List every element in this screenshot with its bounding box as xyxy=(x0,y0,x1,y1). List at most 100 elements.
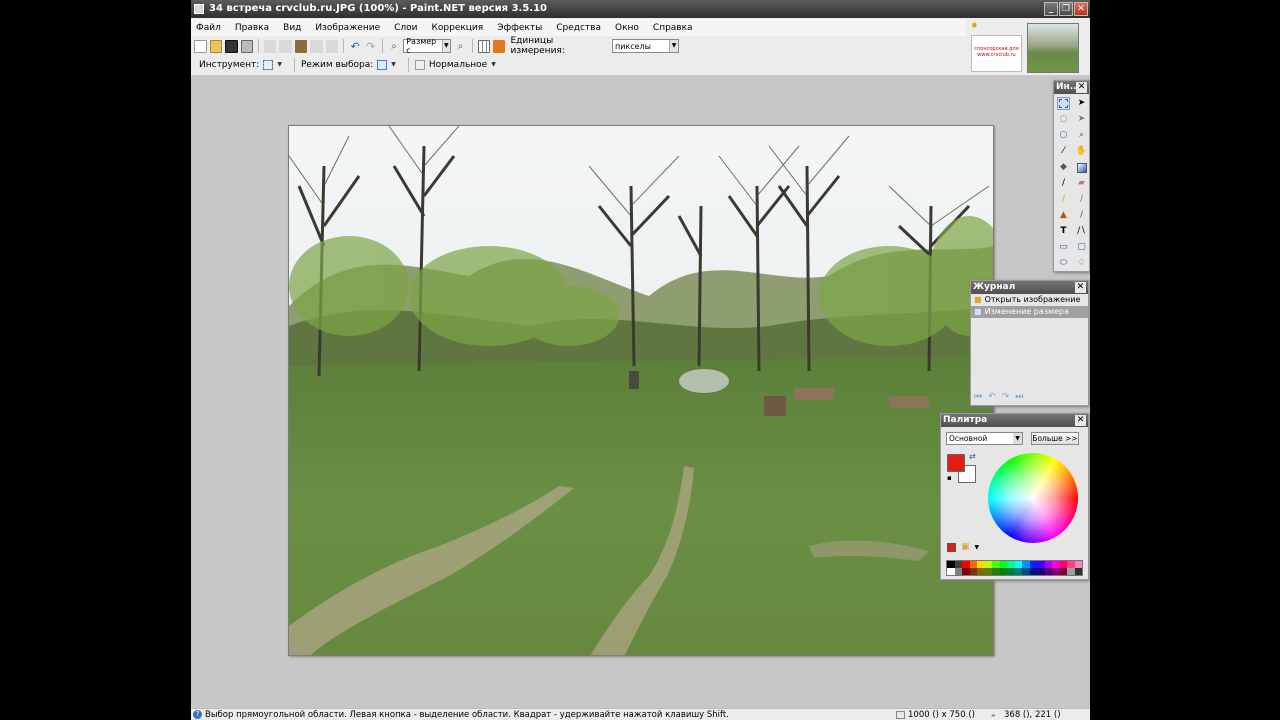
ellipse-select-tool-icon[interactable]: ○ xyxy=(1057,129,1070,142)
menu-help[interactable]: Справка xyxy=(653,23,693,33)
swap-colors-icon[interactable]: ⇄ xyxy=(969,452,976,461)
rectangle-tool-icon[interactable]: ▭ xyxy=(1057,241,1070,254)
gradient-tool-icon[interactable] xyxy=(1075,161,1088,174)
palette-swatch-strip[interactable] xyxy=(946,560,1083,576)
line-curve-tool-icon[interactable]: ∕∖ xyxy=(1075,225,1088,238)
menu-image[interactable]: Изображение xyxy=(315,23,380,33)
menu-layers[interactable]: Слои xyxy=(394,23,417,33)
palette-panel: Палитра ✕ Основной ▼ Больше >> ⇄ ▪ ▣ ▼ xyxy=(940,413,1089,580)
fast-forward-icon[interactable]: ⏭ xyxy=(1015,392,1023,402)
save-icon[interactable] xyxy=(225,39,238,53)
image-tab-2[interactable] xyxy=(1027,23,1079,73)
print-icon[interactable] xyxy=(240,39,253,53)
help-icon: ? xyxy=(193,710,202,719)
toolbar-separator xyxy=(258,39,259,53)
undo-icon[interactable]: ↶ xyxy=(988,392,996,402)
selection-mode-icon[interactable] xyxy=(377,59,388,70)
chevron-down-icon: ▼ xyxy=(669,40,679,52)
rectangle-select-icon[interactable] xyxy=(263,59,274,70)
image-canvas[interactable] xyxy=(288,125,994,656)
cursor-position-icon: ⌖ xyxy=(991,711,996,720)
tools-panel-close-button[interactable]: ✕ xyxy=(1076,82,1087,93)
clone-stamp-tool-icon[interactable]: ▲ xyxy=(1057,209,1070,222)
redo-icon[interactable]: ↷ xyxy=(1002,392,1010,402)
menu-window[interactable]: Окно xyxy=(615,23,639,33)
status-cursor-position: 368 (), 221 () xyxy=(1004,709,1061,720)
copy-icon[interactable] xyxy=(279,39,292,53)
paste-icon[interactable] xyxy=(294,39,308,53)
palette-panel-title[interactable]: Палитра ✕ xyxy=(941,414,1088,427)
redo-icon[interactable]: ↷ xyxy=(364,40,376,53)
rectangle-select-tool-icon[interactable] xyxy=(1057,97,1070,110)
cut-icon[interactable] xyxy=(263,39,277,53)
pencil-tool-icon[interactable]: / xyxy=(1057,193,1070,206)
crop-icon[interactable] xyxy=(310,39,323,53)
open-file-icon[interactable] xyxy=(209,39,222,53)
chevron-down-icon[interactable]: ▼ xyxy=(975,544,980,551)
history-panel-close-button[interactable]: ✕ xyxy=(1075,282,1086,293)
primary-color-swatch[interactable] xyxy=(947,454,965,472)
status-image-size: 1000 () x 750 () xyxy=(908,709,975,720)
lasso-select-tool-icon[interactable]: ◌ xyxy=(1057,113,1070,126)
recolor-tool-icon[interactable]: / xyxy=(1075,209,1088,222)
ruler-icon[interactable] xyxy=(493,39,506,53)
units-dropdown[interactable]: пикселы ▼ xyxy=(611,39,680,53)
deselect-icon[interactable] xyxy=(325,39,339,53)
menu-edit[interactable]: Правка xyxy=(235,23,269,33)
eraser-tool-icon[interactable]: ▰ xyxy=(1075,177,1088,190)
chevron-down-icon[interactable]: ▼ xyxy=(391,61,396,68)
rounded-rectangle-tool-icon[interactable]: ▢ xyxy=(1075,241,1088,254)
maximize-button[interactable]: ❐ xyxy=(1059,2,1073,16)
tools-panel-title[interactable]: Ин... ✕ xyxy=(1054,81,1089,94)
color-mode-value: Основной xyxy=(949,434,988,443)
new-file-icon[interactable] xyxy=(194,39,207,53)
undo-icon[interactable]: ↶ xyxy=(349,40,361,53)
menu-view[interactable]: Вид xyxy=(283,23,301,33)
paintbrush-tool-icon[interactable]: / xyxy=(1057,177,1070,190)
zoom-in-icon[interactable]: ⌕ xyxy=(454,40,466,53)
chevron-down-icon[interactable]: ▼ xyxy=(277,61,282,68)
minimize-button[interactable]: _ xyxy=(1044,2,1058,16)
close-button[interactable]: ✕ xyxy=(1074,2,1088,16)
color-mode-dropdown[interactable]: Основной ▼ xyxy=(946,432,1023,445)
history-item-open-image[interactable]: ■ Открыть изображение xyxy=(971,294,1088,306)
freeform-shape-tool-icon[interactable]: ♢ xyxy=(1075,257,1088,270)
image-tab-1[interactable]: спонсорская для www.crvclub.ru xyxy=(971,35,1022,72)
window-title: 34 встреча crvclub.ru.JPG (100%) - Paint… xyxy=(209,3,548,14)
toolbar-separator xyxy=(407,57,409,72)
color-wheel[interactable] xyxy=(988,453,1078,543)
menu-file[interactable]: Файл xyxy=(196,23,221,33)
units-label: Единицы измерения: xyxy=(510,36,565,56)
magic-wand-tool-icon[interactable]: ⁄ xyxy=(1057,145,1070,158)
units-value: пикселы xyxy=(614,41,651,51)
zoom-out-icon[interactable]: ⌕ xyxy=(388,40,400,53)
history-item-label: Открыть изображение xyxy=(984,295,1081,304)
toolbar-separator xyxy=(471,39,473,53)
move-selected-tool-icon[interactable]: ➤ xyxy=(1075,97,1088,110)
palette-controls-row: Основной ▼ Больше >> xyxy=(941,427,1088,445)
pan-tool-icon[interactable]: ✋ xyxy=(1075,145,1088,158)
paint-bucket-tool-icon[interactable]: ◆ xyxy=(1057,161,1070,174)
ellipse-tool-icon[interactable]: ⬭ xyxy=(1057,257,1070,270)
rewind-icon[interactable]: ⏮ xyxy=(974,392,982,402)
grid-icon[interactable] xyxy=(477,39,491,53)
reset-colors-icon[interactable]: ▪ xyxy=(947,474,952,482)
blend-mode-value[interactable]: Нормальное xyxy=(429,60,487,70)
title-bar[interactable]: 34 встреча crvclub.ru.JPG (100%) - Paint… xyxy=(191,0,1090,18)
history-item-resize[interactable]: ■ Изменение размера xyxy=(971,306,1088,318)
menu-utilities[interactable]: Средства xyxy=(556,23,601,33)
move-selection-tool-icon[interactable]: ➤ xyxy=(1075,113,1088,126)
more-colors-button[interactable]: Больше >> xyxy=(1031,432,1079,445)
zoom-size-dropdown[interactable]: Размер с ▼ xyxy=(403,37,452,55)
canvas-area[interactable] xyxy=(191,75,1090,708)
status-help-text: Выбор прямоугольной области. Левая кнопк… xyxy=(205,709,729,720)
history-panel-title[interactable]: Журнал ✕ xyxy=(971,281,1088,294)
zoom-tool-icon[interactable]: ⌕ xyxy=(1075,129,1088,142)
palette-menu-icon[interactable]: ▣ xyxy=(961,542,970,552)
palette-panel-close-button[interactable]: ✕ xyxy=(1075,415,1086,426)
text-tool-icon[interactable]: T xyxy=(1057,225,1070,238)
chevron-down-icon[interactable]: ▼ xyxy=(491,61,496,68)
color-picker-tool-icon[interactable]: / xyxy=(1075,193,1088,206)
menu-adjustments[interactable]: Коррекция xyxy=(432,23,484,33)
menu-effects[interactable]: Эффекты xyxy=(497,23,542,33)
